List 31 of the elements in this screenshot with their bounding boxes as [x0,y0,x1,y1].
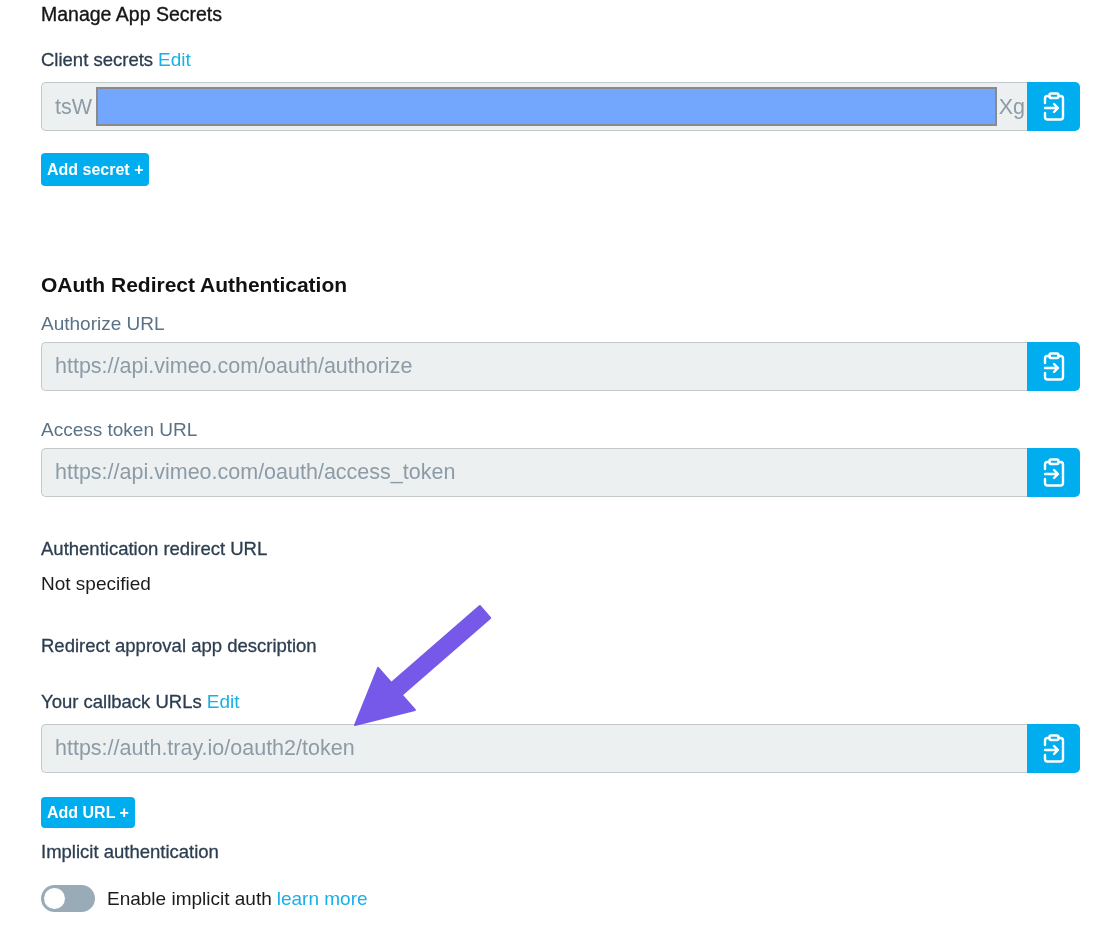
add-url-button[interactable]: Add URL + [41,797,135,828]
toggle-label: Enable implicit auth [107,887,272,910]
field-label: Client secrets [41,49,154,71]
section-title: Manage App Secrets [41,3,223,25]
edit-link[interactable]: Edit [158,49,191,71]
secret-field[interactable]: tsW Xg [41,82,1027,131]
field-label: Authorize URL [41,313,165,335]
copy-button[interactable] [1027,82,1080,131]
clipboard-icon [1042,734,1065,763]
clipboard-icon [1042,458,1065,487]
secret-value-end: Xg [998,93,1026,120]
edit-link[interactable]: Edit [206,691,240,713]
field-value: Not specified [41,573,151,595]
toggle-switch[interactable] [41,885,95,912]
secret-value-start: tsW [54,93,93,120]
field-label: Redirect approval app description [41,635,317,657]
url-field[interactable]: https://api.vimeo.com/oauth/access_token [41,448,1027,497]
section-title: OAuth Redirect Authentication [41,273,348,297]
url-field[interactable]: https://api.vimeo.com/oauth/authorize [41,342,1027,391]
field-label: Authentication redirect URL [41,538,268,560]
field-label: Access token URL [41,419,198,441]
add-secret-button[interactable]: Add secret + [41,153,150,186]
copy-button[interactable] [1027,342,1080,391]
field-label: Implicit authentication [41,841,219,863]
field-label: Your callback URLs [41,691,202,713]
clipboard-icon [1042,92,1065,121]
url-field[interactable]: https://auth.tray.io/oauth2/token [41,724,1027,773]
learn-more-link[interactable]: learn more [276,887,368,910]
copy-button[interactable] [1027,448,1080,497]
clipboard-icon [1042,352,1065,381]
copy-button[interactable] [1027,724,1080,773]
